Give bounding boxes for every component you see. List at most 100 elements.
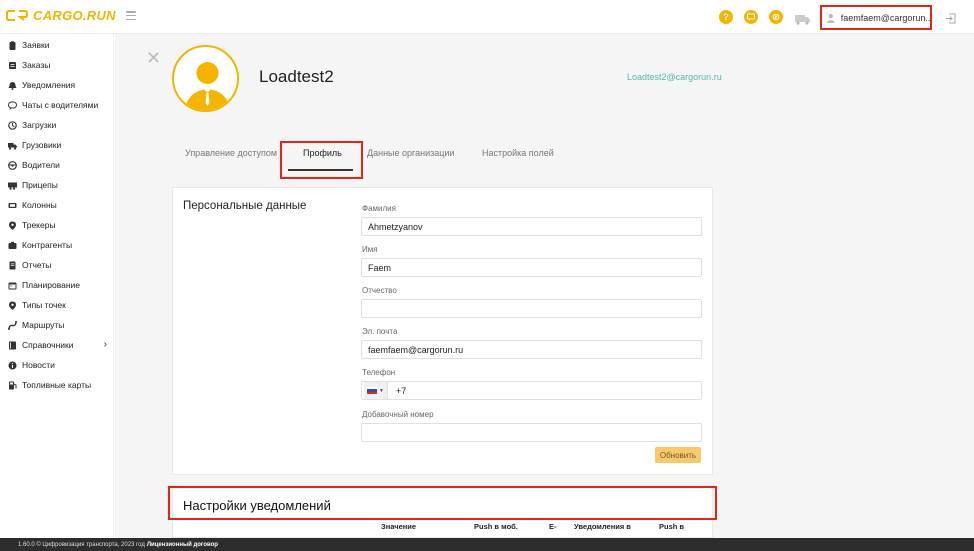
column-header-push-mobile: Push в моб.: [474, 522, 518, 531]
russia-flag-icon: [367, 387, 377, 394]
sidebar-item-3[interactable]: Уведомления: [8, 78, 110, 92]
info-icon: [8, 361, 17, 370]
sidebar-item-4[interactable]: Чаты с водителями: [8, 98, 110, 112]
profile-avatar: [172, 45, 239, 112]
sidebar-item-label: Чаты с водителями: [22, 100, 99, 110]
last-name-label: Фамилия: [362, 204, 396, 213]
route-icon: [8, 320, 17, 330]
sidebar-item-label: Справочники: [22, 340, 74, 350]
sidebar-item-label: Заявки: [22, 40, 50, 50]
contractors-icon: [8, 241, 17, 250]
sidebar-item-16[interactable]: Справочники ›: [8, 338, 110, 352]
driver-icon: [8, 160, 17, 170]
chevron-right-icon[interactable]: ›: [104, 339, 107, 350]
email-field[interactable]: faemfaem@cargorun.ru: [361, 340, 702, 359]
middle-name-field[interactable]: [361, 299, 702, 318]
phone-value: +7: [395, 385, 407, 396]
chat-icon[interactable]: [744, 10, 758, 24]
balance-icon[interactable]: ₽: [769, 10, 783, 24]
first-name-label: Имя: [362, 245, 378, 254]
sidebar-item-label: Трекеры: [22, 220, 56, 230]
last-name-field[interactable]: Ahmetzyanov: [361, 217, 702, 236]
first-name-field[interactable]: Faem: [361, 258, 702, 277]
column-header-notifications: Уведомления в: [574, 522, 631, 531]
notifications-highlight-box: [168, 486, 717, 520]
sidebar-item-14[interactable]: Типы точек: [8, 298, 110, 312]
tab-organization-data[interactable]: Данные организации: [367, 148, 454, 158]
truck-icon[interactable]: [795, 12, 811, 30]
reports-icon: [8, 261, 17, 270]
update-button[interactable]: Обновить: [655, 447, 701, 463]
loading-icon: [8, 120, 17, 130]
sidebar-item-2[interactable]: Заказы: [8, 58, 110, 72]
logo-icon: [6, 10, 28, 21]
footer-copyright: 1.60.0 © Цифровизация транспорта, 2023 г…: [18, 541, 145, 548]
pin-icon: [8, 221, 17, 230]
sidebar-item-label: Типы точек: [22, 300, 66, 310]
sidebar-item-1[interactable]: Заявки: [8, 38, 110, 52]
sidebar-item-9[interactable]: Колонны: [8, 198, 110, 212]
close-icon[interactable]: ✕: [146, 49, 161, 67]
logo[interactable]: CARGO.RUN: [6, 8, 116, 23]
sidebar-item-18[interactable]: Топливные карты: [8, 378, 110, 392]
sidebar-item-12[interactable]: Отчеты: [8, 258, 110, 272]
sidebar-item-label: Маршруты: [22, 320, 65, 330]
sidebar-item-17[interactable]: Новости: [8, 358, 110, 372]
phone-field[interactable]: ▼ +7: [361, 381, 702, 400]
profile-email-link[interactable]: Loadtest2@cargorun.ru: [627, 72, 722, 82]
profile-name: Loadtest2: [259, 67, 334, 86]
sidebar-item-5[interactable]: Загрузки: [8, 118, 110, 132]
sidebar-item-label: Контрагенты: [22, 240, 73, 250]
truck-icon: [8, 141, 17, 150]
middle-name-label: Отчество: [362, 286, 397, 295]
tab-highlight-box: [280, 141, 363, 179]
sidebar-item-label: Новости: [22, 360, 55, 370]
trailer-icon: [8, 181, 17, 190]
convoy-icon: [8, 201, 17, 210]
sidebar-item-8[interactable]: Прицепы: [8, 178, 110, 192]
sidebar-item-label: Отчеты: [22, 260, 52, 270]
tab-access-management[interactable]: Управление доступом: [185, 148, 277, 158]
sidebar-item-11[interactable]: Контрагенты: [8, 238, 110, 252]
menu-toggle-icon[interactable]: [126, 11, 136, 20]
clipboard-icon: [8, 40, 17, 50]
user-menu[interactable]: faemfaem@cargorun...: [820, 5, 932, 30]
column-header-value: Значение: [381, 522, 417, 531]
sidebar-item-label: Грузовики: [22, 140, 62, 150]
sidebar-item-7[interactable]: Водители: [8, 158, 110, 172]
help-icon[interactable]: ?: [719, 10, 733, 24]
chat-icon: [8, 101, 17, 110]
sidebar-item-label: Заказы: [22, 60, 51, 70]
extension-label: Добавочный номер: [362, 410, 434, 419]
logout-icon[interactable]: [945, 11, 956, 29]
sidebar-item-6[interactable]: Грузовики: [8, 138, 110, 152]
sidebar-item-15[interactable]: Маршруты: [8, 318, 110, 332]
personal-data-title: Персональные данные: [183, 200, 307, 212]
country-code-select[interactable]: ▼: [364, 382, 388, 399]
top-bar: CARGO.RUN ? ₽ faemfaem@cargorun...: [0, 0, 974, 34]
tab-field-settings[interactable]: Настройка полей: [482, 148, 554, 158]
sidebar-item-label: Планирование: [22, 280, 81, 290]
sidebar-item-label: Топливные карты: [22, 380, 92, 390]
extension-field[interactable]: [361, 423, 702, 442]
sidebar: Заявки Заказы Уведомления Чаты с водителями…: [0, 34, 114, 538]
sidebar-item-label: Колонны: [22, 200, 57, 210]
bell-icon: [8, 81, 17, 90]
book-icon: [8, 341, 17, 350]
email-label: Эл. почта: [362, 327, 398, 336]
calendar-icon: [8, 281, 17, 290]
column-header-email: E-: [549, 522, 557, 531]
svg-text:₽: ₽: [774, 15, 777, 21]
sidebar-item-10[interactable]: Трекеры: [8, 218, 110, 232]
sidebar-item-label: Загрузки: [22, 120, 57, 130]
logo-text: CARGO.RUN: [33, 8, 116, 23]
sidebar-item-label: Водители: [22, 160, 60, 170]
footer: 1.60.0 © Цифровизация транспорта, 2023 г…: [0, 538, 974, 551]
license-agreement-link[interactable]: Лицензионный договор: [147, 542, 218, 548]
phone-label: Телефон: [362, 368, 396, 377]
user-email: faemfaem@cargorun...: [840, 12, 930, 23]
column-header-push: Push в: [659, 522, 685, 531]
user-avatar-icon: [826, 13, 836, 23]
fuel-icon: [8, 381, 17, 390]
sidebar-item-13[interactable]: Планирование: [8, 278, 110, 292]
